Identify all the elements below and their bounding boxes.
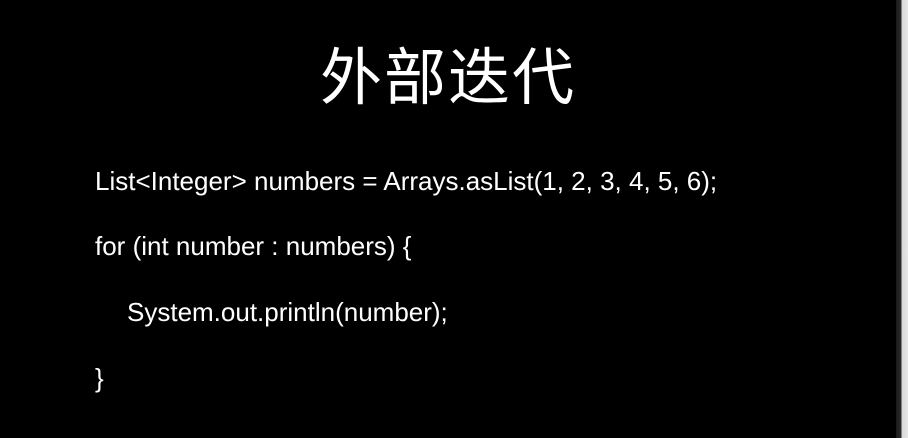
- code-line-closing-brace: }: [95, 363, 104, 393]
- code-line-print-statement: System.out.println(number);: [127, 297, 448, 327]
- slide-title: 外部迭代: [319, 41, 576, 114]
- code-line-for-loop: for (int number : numbers) {: [95, 231, 412, 261]
- code-line-declaration: List<Integer> numbers = Arrays.asList(1,…: [95, 166, 718, 196]
- slide: 外部迭代 List<Integer> numbers = Arrays.asLi…: [0, 0, 896, 438]
- window-right-edge: [896, 0, 908, 438]
